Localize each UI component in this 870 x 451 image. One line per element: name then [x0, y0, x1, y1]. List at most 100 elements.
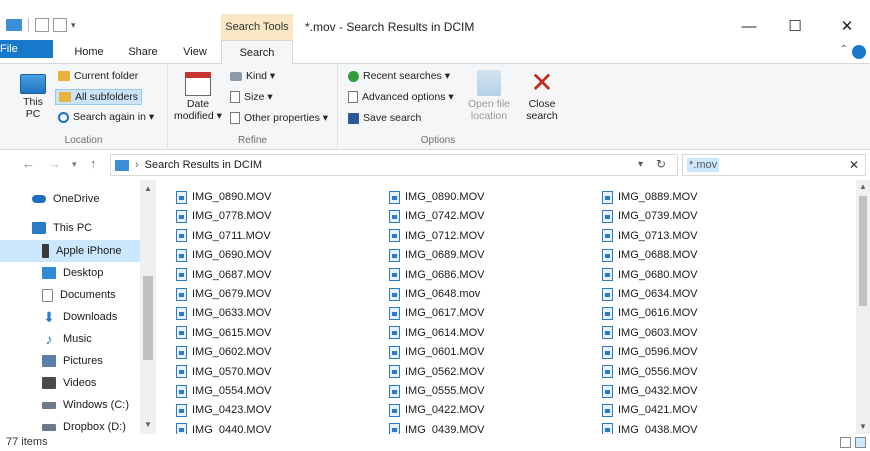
file-item[interactable]: IMG_0890.MOV [389, 188, 484, 206]
file-item[interactable]: IMG_0603.MOV [602, 324, 697, 342]
nav-scroll-down-icon[interactable]: ▼ [144, 420, 152, 429]
refresh-icon[interactable]: ↻ [656, 157, 666, 171]
file-item[interactable]: IMG_0778.MOV [176, 207, 271, 225]
file-item[interactable]: IMG_0634.MOV [602, 285, 697, 303]
file-item[interactable]: IMG_0712.MOV [389, 227, 484, 245]
tab-file[interactable]: File [0, 40, 53, 58]
nav-item-this-pc[interactable]: This PC [0, 217, 140, 239]
nav-item-videos[interactable]: Videos [0, 372, 140, 394]
tab-search[interactable]: Search [221, 40, 293, 65]
content-scroll-down-icon[interactable]: ▼ [859, 422, 867, 431]
refine-group: Date modified ▾ Kind ▾ Size ▾ Other prop… [168, 64, 338, 150]
other-properties-button[interactable]: Other properties ▾ [230, 112, 328, 124]
file-item[interactable]: IMG_0596.MOV [602, 343, 697, 361]
all-subfolders-button[interactable]: All subfolders [55, 89, 143, 105]
nav-item-pictures[interactable]: Pictures [0, 350, 140, 372]
close-button[interactable]: ✕ [824, 14, 870, 40]
file-item[interactable]: IMG_0689.MOV [389, 246, 484, 264]
recent-searches-button[interactable]: Recent searches ▾ [348, 70, 450, 82]
file-item[interactable]: IMG_0690.MOV [176, 246, 271, 264]
file-item[interactable]: IMG_0440.MOV [176, 421, 271, 434]
file-item[interactable]: IMG_0554.MOV [176, 382, 271, 400]
address-bar[interactable]: › Search Results in DCIM [110, 154, 678, 176]
properties-icon[interactable] [35, 18, 49, 32]
file-item[interactable]: IMG_0648.mov [389, 285, 480, 303]
content-scroll-thumb[interactable] [859, 196, 867, 306]
file-item[interactable]: IMG_0679.MOV [176, 285, 271, 303]
minimize-button[interactable]: — [726, 14, 772, 40]
file-item[interactable]: IMG_0742.MOV [389, 207, 484, 225]
file-item[interactable]: IMG_0617.MOV [389, 304, 484, 322]
search-input[interactable]: *.mov ✕ [682, 154, 866, 176]
file-name: IMG_0423.MOV [192, 404, 272, 417]
file-item[interactable]: IMG_0615.MOV [176, 324, 271, 342]
clear-search-icon[interactable]: ✕ [849, 158, 859, 172]
maximize-button[interactable]: ☐ [772, 14, 818, 40]
back-arrow-icon[interactable]: ← [22, 156, 35, 171]
file-item[interactable]: IMG_0680.MOV [602, 266, 697, 284]
file-item[interactable]: IMG_0601.MOV [389, 343, 484, 361]
help-icon[interactable] [852, 45, 866, 59]
content-scroll-up-icon[interactable]: ▲ [859, 182, 867, 191]
file-item[interactable]: IMG_0562.MOV [389, 363, 484, 381]
open-file-location-button[interactable]: Open file location [464, 70, 514, 122]
search-results-folder-icon [115, 159, 129, 171]
breadcrumb[interactable]: Search Results in DCIM [145, 159, 262, 171]
file-item[interactable]: IMG_0633.MOV [176, 304, 271, 322]
nav-scroll-up-icon[interactable]: ▲ [144, 184, 152, 193]
file-item[interactable]: IMG_0422.MOV [389, 401, 484, 419]
advanced-options-button[interactable]: Advanced options ▾ [348, 91, 454, 103]
save-search-button[interactable]: Save search [348, 112, 421, 124]
file-item[interactable]: IMG_0889.MOV [602, 188, 697, 206]
qat-dropdown-icon[interactable]: ▾ [71, 20, 76, 31]
date-modified-button[interactable]: Date modified ▾ [172, 72, 224, 122]
new-folder-icon[interactable] [53, 18, 67, 32]
nav-item-apple-iphone[interactable]: Apple iPhone [0, 240, 140, 262]
tab-home[interactable]: Home [66, 40, 112, 64]
file-item[interactable]: IMG_0711.MOV [176, 227, 271, 245]
file-item[interactable]: IMG_0739.MOV [602, 207, 697, 225]
kind-button[interactable]: Kind ▾ [230, 70, 275, 82]
nav-item-music[interactable]: ♪ Music [0, 328, 140, 350]
file-item[interactable]: IMG_0686.MOV [389, 266, 484, 284]
nav-item-onedrive[interactable]: OneDrive [0, 188, 140, 210]
details-view-icon[interactable] [840, 437, 851, 448]
file-item[interactable]: IMG_0432.MOV [602, 382, 697, 400]
file-item[interactable]: IMG_0570.MOV [176, 363, 271, 381]
file-item[interactable]: IMG_0423.MOV [176, 401, 271, 419]
close-search-button[interactable]: ✕ Close search [524, 69, 560, 123]
file-item[interactable]: IMG_0421.MOV [602, 401, 697, 419]
size-button[interactable]: Size ▾ [230, 91, 273, 103]
file-item[interactable]: IMG_0439.MOV [389, 421, 484, 434]
video-file-icon [176, 306, 187, 320]
file-item[interactable]: IMG_0556.MOV [602, 363, 697, 381]
folder-icon[interactable] [6, 19, 22, 31]
file-name: IMG_0616.MOV [618, 307, 698, 320]
file-item[interactable]: IMG_0687.MOV [176, 266, 271, 284]
file-item[interactable]: IMG_0890.MOV [176, 188, 271, 206]
nav-item-windows-c[interactable]: Windows (C:) [0, 394, 140, 416]
large-icons-view-icon[interactable] [855, 437, 866, 448]
address-dropdown-icon[interactable]: ▾ [638, 159, 643, 170]
collapse-ribbon-icon[interactable]: ⌃ [840, 44, 848, 55]
nav-item-documents[interactable]: Documents [0, 284, 140, 306]
current-folder-button[interactable]: Current folder [58, 70, 138, 82]
recent-locations-icon[interactable]: ▾ [72, 159, 77, 170]
this-pc-button[interactable]: This PC [18, 74, 48, 120]
tab-view[interactable]: View [172, 40, 218, 64]
nav-item-dropbox-d[interactable]: Dropbox (D:) [0, 416, 140, 434]
search-again-button[interactable]: Search again in ▾ [58, 111, 154, 123]
file-item[interactable]: IMG_0688.MOV [602, 246, 697, 264]
file-item[interactable]: IMG_0713.MOV [602, 227, 697, 245]
nav-scroll-thumb[interactable] [143, 276, 153, 360]
file-item[interactable]: IMG_0616.MOV [602, 304, 697, 322]
nav-item-downloads[interactable]: ⬇ Downloads [0, 306, 140, 328]
nav-item-desktop[interactable]: Desktop [0, 262, 140, 284]
up-arrow-icon[interactable]: ↑ [90, 156, 97, 171]
file-item[interactable]: IMG_0614.MOV [389, 324, 484, 342]
file-item[interactable]: IMG_0555.MOV [389, 382, 484, 400]
forward-arrow-icon[interactable]: → [48, 156, 61, 171]
tab-share[interactable]: Share [120, 40, 166, 64]
file-item[interactable]: IMG_0438.MOV [602, 421, 697, 434]
file-item[interactable]: IMG_0602.MOV [176, 343, 271, 361]
